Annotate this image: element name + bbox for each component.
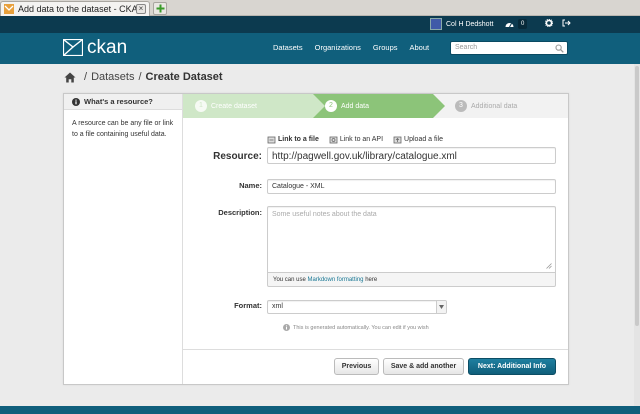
format-value: xml (272, 303, 283, 310)
nav-groups[interactable]: Groups (373, 43, 398, 52)
browser-tab[interactable]: Add data to the dataset - CKAN × (0, 1, 150, 16)
resource-url-input[interactable]: http://pagwell.gov.uk/library/catalogue.… (267, 147, 556, 164)
link-to-file-option[interactable]: Link to a file (267, 135, 319, 144)
nav-about[interactable]: About (410, 43, 430, 52)
chevron-down-icon[interactable] (436, 301, 446, 313)
format-help-label: This is generated automatically. You can… (293, 324, 429, 331)
account-masthead: Col H Dedshott 0 (0, 16, 640, 33)
search-icon[interactable] (555, 44, 564, 53)
new-tab-button[interactable] (153, 2, 167, 15)
site-footer (0, 406, 640, 414)
browser-tab-title: Add data to the dataset - CKAN (18, 4, 145, 14)
stage-number: 2 (325, 100, 337, 112)
upload-file-option[interactable]: Upload a file (393, 135, 443, 144)
resource-help-sidebar: What's a resource? A resource can be any… (64, 94, 183, 384)
markdown-note-prefix: You can use (273, 277, 306, 283)
description-placeholder: Some useful notes about the data (272, 211, 377, 218)
search-placeholder: Search (455, 44, 478, 51)
ckan-envelope-icon (63, 39, 83, 56)
account-actions: 0 (505, 18, 580, 29)
stage-arrow (433, 94, 445, 118)
site-masthead: ckan Datasets Organizations Groups About… (0, 33, 640, 64)
settings-link[interactable] (545, 18, 554, 29)
ckan-logo[interactable]: ckan (63, 37, 128, 58)
format-help-text: This is generated automatically. You can… (283, 324, 429, 331)
stage-additional-data: 3 Additional data (433, 94, 568, 118)
link-to-api-label: Link to an API (339, 136, 384, 143)
nav-organizations[interactable]: Organizations (315, 43, 361, 52)
resource-form: Link to a file Link to an API Upload a f… (183, 118, 568, 348)
breadcrumb-current: Create Dataset (145, 71, 223, 83)
format-label: Format: (234, 301, 262, 310)
breadcrumb-datasets[interactable]: Datasets (91, 71, 134, 83)
form-actions: Previous Save & add another Next: Additi… (183, 349, 568, 384)
upload-icon (393, 136, 402, 144)
logout-link[interactable] (562, 19, 572, 29)
close-tab-icon[interactable]: × (136, 4, 146, 14)
link-to-file-label: Link to a file (278, 136, 319, 143)
stage-label: Additional data (471, 102, 518, 110)
search-input[interactable]: Search (450, 41, 568, 55)
user-name: Col H Dedshott (446, 20, 494, 28)
description-label: Description: (218, 208, 262, 217)
link-file-icon (267, 136, 276, 144)
stage-arrow (313, 94, 325, 118)
stage-add-data: 2 Add data (313, 94, 433, 118)
stage-label: Create dataset (211, 102, 257, 110)
stage-create-dataset[interactable]: 1 Create dataset (183, 94, 313, 118)
nav-datasets[interactable]: Datasets (273, 43, 303, 52)
name-input[interactable]: Catalogue - XML (267, 179, 556, 194)
dashboard-link[interactable]: 0 (505, 19, 536, 29)
stage-label: Add data (341, 102, 370, 110)
resource-type-links: Link to a file Link to an API Upload a f… (267, 135, 453, 144)
ckan-favicon-icon (4, 4, 14, 14)
sidebar-body: A resource can be any file or link to a … (72, 120, 174, 138)
markdown-note-suffix: here (365, 277, 378, 283)
previous-button[interactable]: Previous (334, 358, 379, 375)
markdown-note: You can use Markdown formatting here (267, 272, 556, 287)
browser-tab-strip: Add data to the dataset - CKAN × (0, 0, 640, 16)
sidebar-heading-text: What's a resource? (84, 97, 153, 106)
stage-number: 3 (455, 100, 467, 112)
info-icon (72, 97, 80, 106)
sign-out-icon (562, 19, 572, 27)
description-textarea[interactable]: Some useful notes about the data (267, 206, 556, 272)
sidebar-heading: What's a resource? (64, 94, 182, 110)
create-dataset-panel: What's a resource? A resource can be any… (63, 93, 569, 385)
link-api-icon (329, 136, 338, 144)
avatar (430, 18, 442, 30)
dashboard-icon (505, 23, 514, 28)
breadcrumb-separator: / (84, 71, 88, 83)
main-nav: Datasets Organizations Groups About (273, 43, 441, 52)
plus-icon (156, 4, 164, 13)
next-additional-info-button[interactable]: Next: Additional Info (468, 358, 556, 375)
dashboard-count-badge: 0 (518, 19, 528, 29)
breadcrumb: / Datasets / Create Dataset (64, 71, 223, 83)
resource-label: Resource: (213, 151, 262, 162)
home-icon[interactable] (64, 72, 76, 83)
resize-grip-icon[interactable] (546, 263, 552, 269)
stage-number: 1 (195, 100, 207, 112)
gear-icon (545, 18, 554, 28)
scrollbar-thumb[interactable] (635, 66, 639, 326)
stage-progress: 1 Create dataset 2 Add data 3 Additional… (183, 94, 568, 118)
markdown-link[interactable]: Markdown formatting (307, 277, 363, 283)
logo-text: ckan (87, 37, 128, 58)
info-circle-icon (283, 324, 290, 331)
link-to-api-option[interactable]: Link to an API (329, 135, 383, 144)
upload-file-label: Upload a file (404, 136, 443, 143)
breadcrumb-separator: / (138, 71, 142, 83)
save-add-another-button[interactable]: Save & add another (383, 358, 464, 375)
format-select[interactable]: xml (267, 300, 447, 314)
name-label: Name: (239, 181, 262, 190)
user-menu[interactable]: Col H Dedshott (430, 18, 493, 30)
